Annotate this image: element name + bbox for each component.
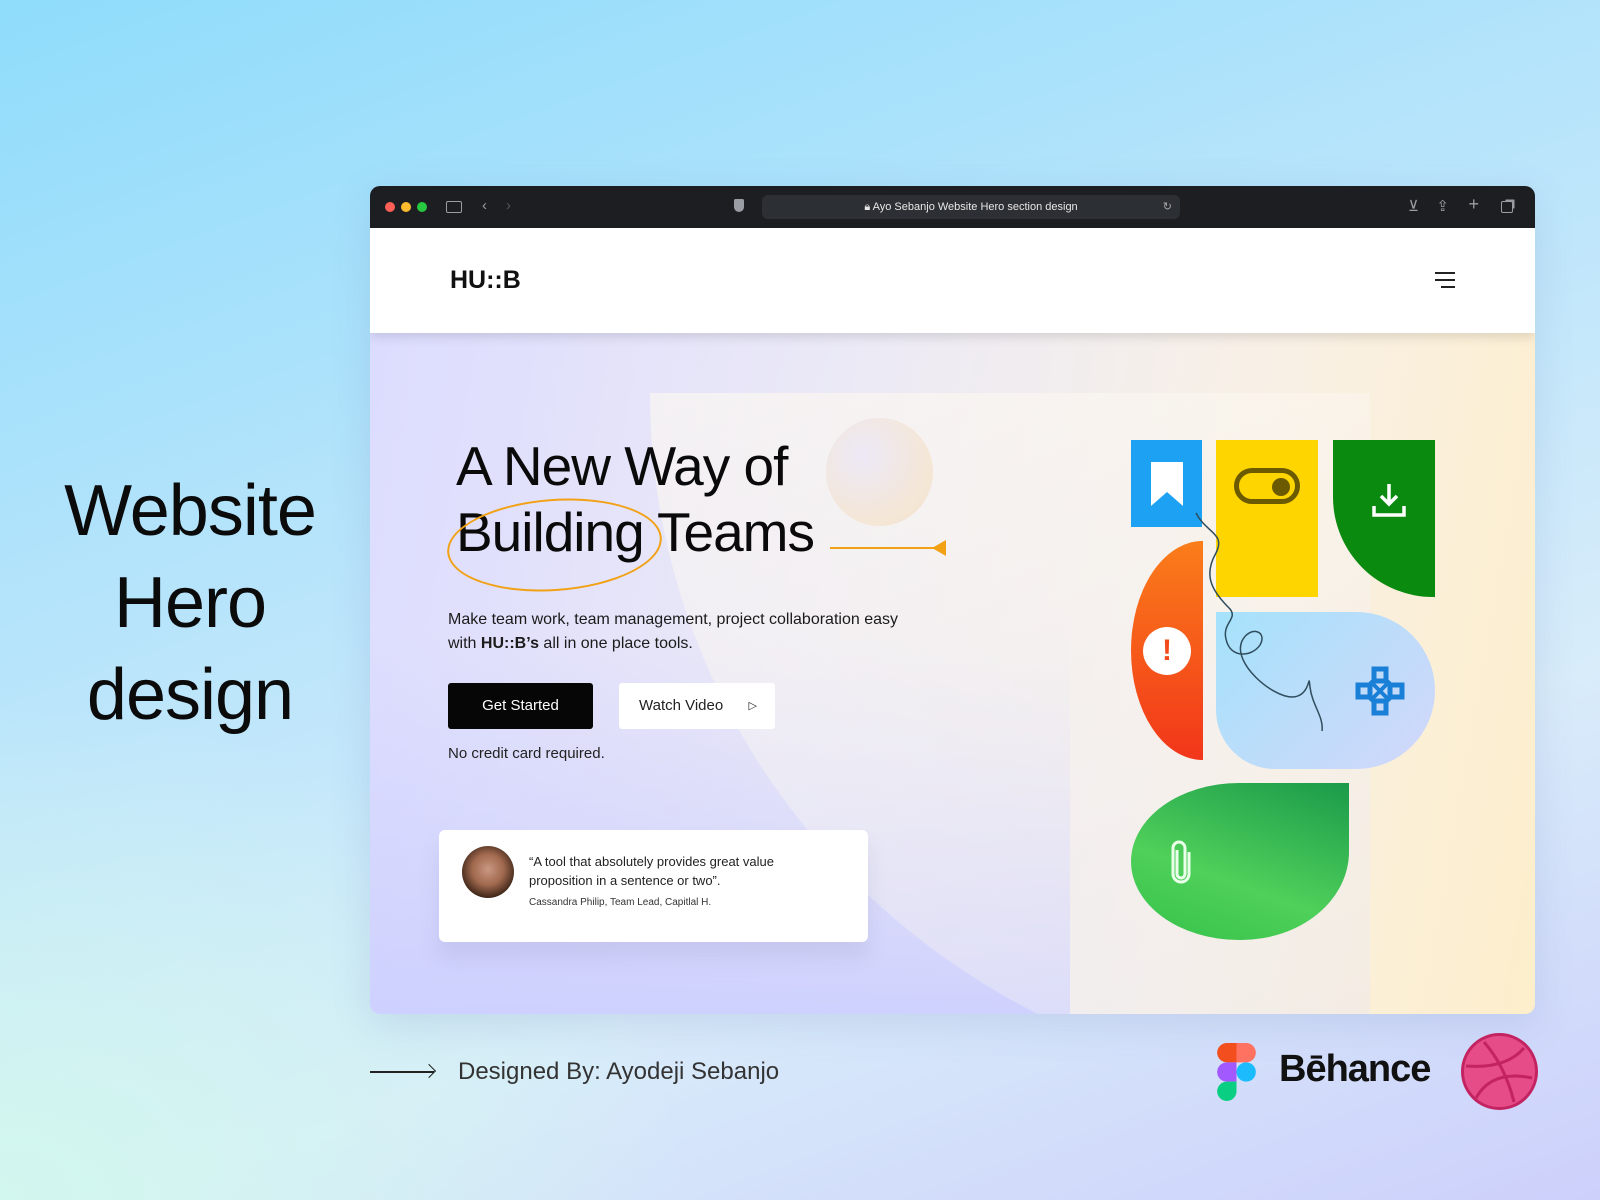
- back-icon[interactable]: ‹: [482, 197, 487, 214]
- decorative-string: [1195, 512, 1323, 732]
- no-credit-card-note: No credit card required.: [448, 745, 605, 762]
- browser-titlebar: ‹ › 🔒︎ Ayo Sebanjo Website Hero section …: [370, 186, 1535, 228]
- download-icon[interactable]: ⊻: [1408, 197, 1419, 215]
- lock-icon: 🔒︎: [864, 201, 873, 213]
- minimize-window-button[interactable]: [401, 202, 411, 212]
- close-window-button[interactable]: [385, 202, 395, 212]
- tabs-overview-icon[interactable]: [1501, 201, 1513, 213]
- maximize-window-button[interactable]: [417, 202, 427, 212]
- side-title: Website Hero design: [64, 471, 317, 735]
- browser-window: ‹ › 🔒︎ Ayo Sebanjo Website Hero section …: [370, 186, 1535, 1014]
- forward-icon[interactable]: ›: [506, 197, 511, 214]
- avatar: [462, 846, 514, 898]
- hamburger-menu-icon[interactable]: [1435, 272, 1455, 293]
- share-icon[interactable]: ⇪: [1436, 197, 1449, 215]
- sidebar-icon[interactable]: [446, 201, 462, 213]
- designed-by: Designed By: Ayodeji Sebanjo: [458, 1058, 780, 1085]
- decorative-sphere: [826, 418, 933, 526]
- paperclip-icon: [1171, 840, 1191, 883]
- hero-subtitle: Make team work, team management, project…: [448, 611, 898, 652]
- hero-section: A New Way of Building Teams Make team wo…: [370, 333, 1535, 1014]
- play-icon: ▷: [748, 700, 757, 712]
- figma-logo: [1217, 1043, 1256, 1101]
- watch-video-button[interactable]: Watch Video ▷: [619, 683, 775, 729]
- new-tab-icon[interactable]: +: [1468, 194, 1479, 215]
- dribbble-logo: [1461, 1033, 1538, 1110]
- bookmark-icon: [1150, 461, 1183, 506]
- shield-icon[interactable]: [734, 199, 744, 212]
- site-logo[interactable]: HU::B: [450, 266, 521, 295]
- testimonial-card: “A tool that absolutely provides great v…: [439, 830, 868, 942]
- reload-icon[interactable]: ↻: [1163, 195, 1172, 219]
- arrow-right-icon: [370, 1071, 434, 1073]
- behance-logo: Bēhance: [1279, 1048, 1431, 1090]
- address-bar[interactable]: 🔒︎ Ayo Sebanjo Website Hero section desi…: [762, 195, 1180, 219]
- pointer-arrowhead: [932, 540, 946, 556]
- get-started-button[interactable]: Get Started: [448, 683, 593, 729]
- testimonial-quote: “A tool that absolutely provides great v…: [529, 854, 774, 888]
- site-navbar: HU::B: [370, 228, 1535, 333]
- testimonial-author: Cassandra Philip, Team Lead, Capitlal H.: [529, 897, 712, 908]
- pointer-line: [830, 547, 935, 549]
- toggle-icon: [1234, 468, 1300, 504]
